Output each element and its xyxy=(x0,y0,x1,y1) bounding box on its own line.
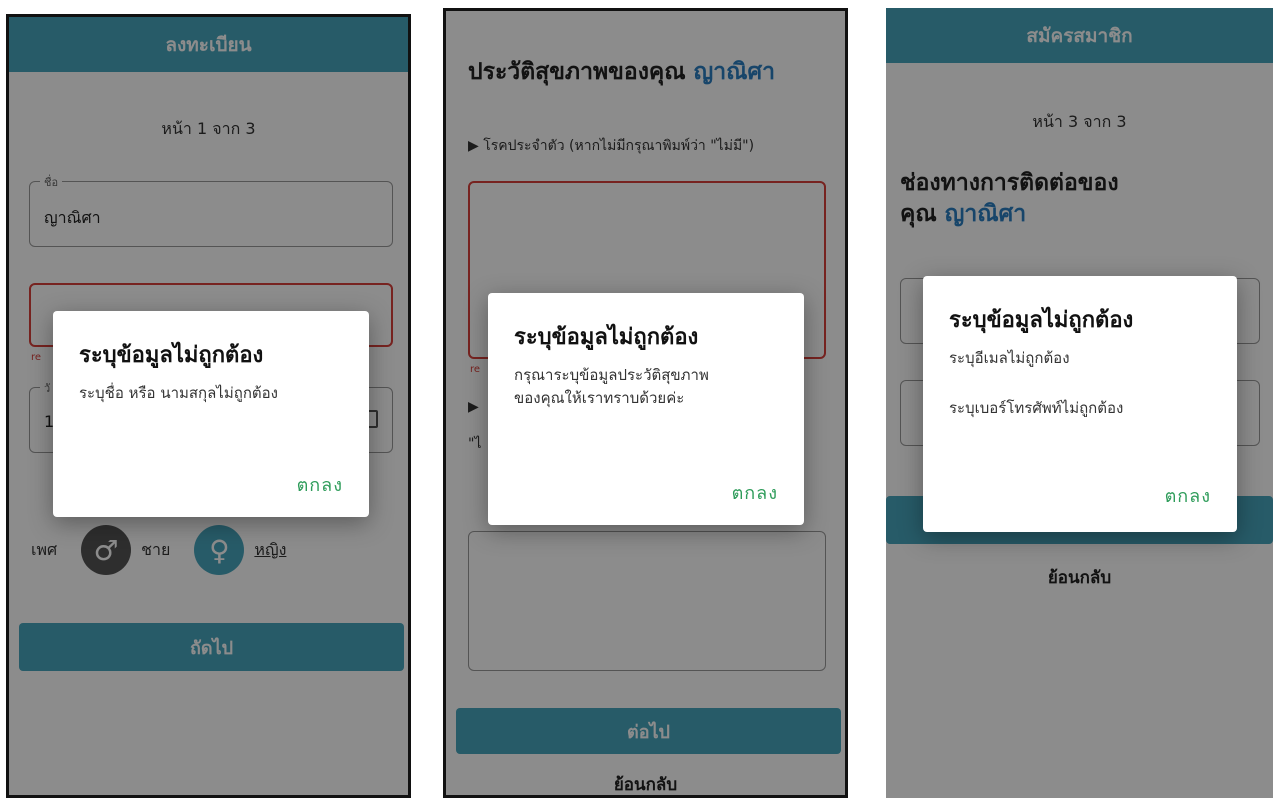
dialog-ok-button[interactable]: ตกลง xyxy=(732,478,778,507)
error-dialog: ระบุข้อมูลไม่ถูกต้อง กรุณาระบุข้อมูลประว… xyxy=(488,293,804,525)
contact-page-3: สมัครสมาชิก หน้า 3 จาก 3 ช่องทางการติดต่… xyxy=(886,8,1273,798)
dialog-message-line1: กรุณาระบุข้อมูลประวัติสุขภาพ xyxy=(514,366,709,384)
dialog-ok-button[interactable]: ตกลง xyxy=(1165,481,1211,510)
stage: ลงทะเบียน หน้า 1 จาก 3 ชื่อ ญาณิศา re วั… xyxy=(0,0,1273,798)
dialog-title: ระบุข้อมูลไม่ถูกต้อง xyxy=(949,308,1134,333)
dialog-message: ระบุชื่อ หรือ นามสกุลไม่ถูกต้อง xyxy=(79,384,278,402)
dialog-title: ระบุข้อมูลไม่ถูกต้อง xyxy=(514,325,699,350)
dialog-message-phone: ระบุเบอร์โทรศัพท์ไม่ถูกต้อง xyxy=(949,399,1124,417)
dialog-message-line2: ของคุณให้เราทราบด้วยค่ะ xyxy=(514,389,685,407)
error-dialog: ระบุข้อมูลไม่ถูกต้อง ระบุอีเมลไม่ถูกต้อง… xyxy=(923,276,1237,532)
dialog-title: ระบุข้อมูลไม่ถูกต้อง xyxy=(79,343,264,368)
dialog-ok-button[interactable]: ตกลง xyxy=(297,470,343,499)
registration-page-1: ลงทะเบียน หน้า 1 จาก 3 ชื่อ ญาณิศา re วั… xyxy=(6,14,411,798)
error-dialog: ระบุข้อมูลไม่ถูกต้อง ระบุชื่อ หรือ นามสก… xyxy=(53,311,369,517)
health-history-page: ประวัติสุขภาพของคุณ ญาณิศา ▶ โรคประจำตัว… xyxy=(443,8,848,798)
dialog-message-email: ระบุอีเมลไม่ถูกต้อง xyxy=(949,349,1070,367)
